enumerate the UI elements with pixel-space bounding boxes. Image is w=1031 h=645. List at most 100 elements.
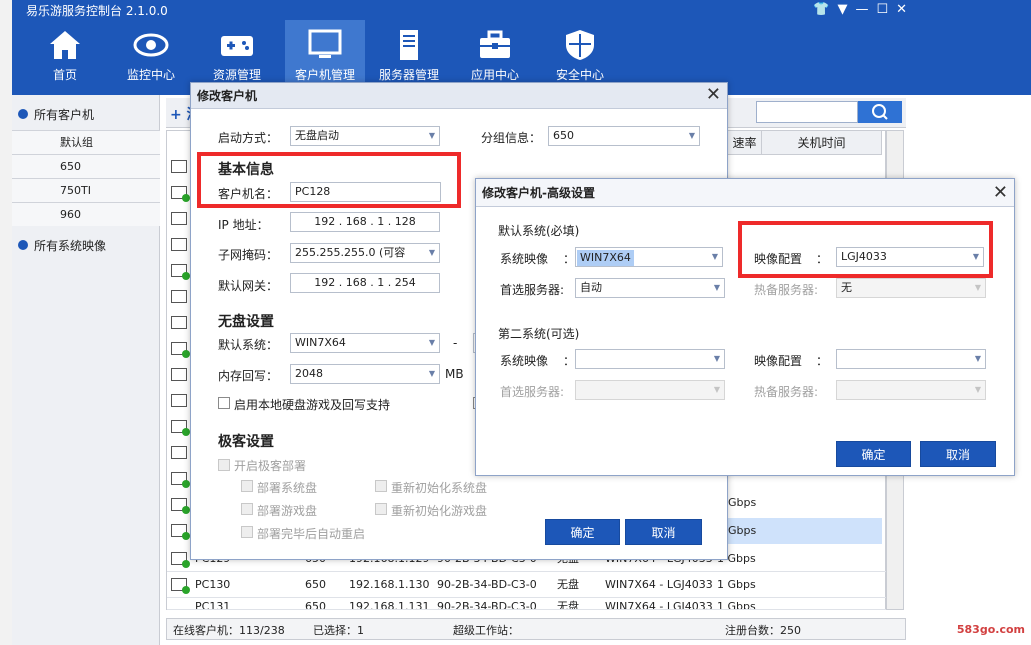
reinit-game-checkbox[interactable]: [375, 503, 387, 515]
cell-speed: 1 Gbps: [717, 578, 756, 591]
primary-image-select[interactable]: WIN7X64: [575, 247, 723, 267]
deploy-system-label: 部署系统盘: [257, 481, 318, 495]
toolbox-icon: [480, 30, 510, 58]
secondary-server-label: 首选服务器:: [500, 385, 565, 399]
boot-mode-label: 启动方式：: [218, 131, 279, 145]
secondary-image-select[interactable]: [575, 349, 725, 369]
window-controls: 👕 ▼ — ☐ ✕: [813, 2, 907, 17]
group-info-select[interactable]: 650: [548, 126, 700, 146]
secondary-config-label: 映像配置: [754, 354, 803, 368]
client-online-icon: [171, 264, 190, 280]
table-row[interactable]: PC130 650 192.168.1.130 90-2B-34-BD-C3-0…: [167, 572, 886, 598]
search-icon: [872, 104, 888, 120]
dialog-title: 修改客户机-高级设置: [476, 179, 1014, 207]
cancel-button[interactable]: 取消: [625, 519, 702, 545]
client-offline-icon: [171, 290, 187, 303]
extreme-section-title: 极客设置: [218, 434, 274, 450]
gateway-input[interactable]: 192 . 168 . 1 . 254: [290, 273, 440, 293]
client-offline-icon: [171, 160, 187, 173]
ok-button[interactable]: 确定: [545, 519, 620, 545]
home-icon: [50, 31, 80, 59]
status-registered-count: 注册台数：250: [725, 624, 801, 637]
highlight-box-image-config: [738, 221, 993, 278]
shield-icon: [566, 30, 594, 60]
group-info-label: 分组信息：: [481, 131, 542, 145]
secondary-config-select[interactable]: [836, 349, 986, 369]
column-header-speed[interactable]: 速率: [728, 131, 762, 155]
cell-mode: 无盘: [557, 600, 579, 610]
secondary-hot-backup-select[interactable]: [836, 380, 986, 400]
sidebar-all-images[interactable]: 所有系统映像: [12, 231, 160, 259]
default-system-separator: -: [453, 336, 458, 350]
cell-image: WIN7X64 - LGJ4033: [605, 600, 713, 610]
deploy-game-checkbox[interactable]: [241, 503, 253, 515]
local-disk-label: 启用本地硬盘游戏及回写支持: [234, 398, 391, 412]
client-offline-icon: [171, 316, 187, 329]
cancel-button[interactable]: 取消: [920, 441, 996, 467]
primary-system-section: 默认系统(必填): [498, 224, 580, 238]
diskless-section-title: 无盘设置: [218, 314, 274, 330]
close-icon[interactable]: ✕: [896, 2, 907, 17]
default-system-label: 默认系统：: [218, 338, 279, 352]
secondary-image-label: 系统映像: [500, 354, 549, 368]
reinit-game-label: 重新初始化游戏盘: [391, 504, 488, 518]
gamepad-icon: [221, 36, 253, 56]
gateway-label: 默认网关：: [218, 279, 279, 293]
table-row[interactable]: PC131 650 192.168.1.131 90-2B-34-BD-C3-0…: [167, 598, 886, 610]
close-icon[interactable]: ✕: [706, 85, 721, 105]
primary-server-select[interactable]: 自动: [575, 278, 725, 298]
sidebar-group-item[interactable]: 默认组: [12, 130, 160, 154]
default-system-select[interactable]: WIN7X64: [290, 333, 440, 353]
column-header-shutdown-time[interactable]: 关机时间: [762, 131, 882, 155]
maximize-icon[interactable]: ☐: [876, 2, 888, 17]
client-offline-icon: [171, 446, 187, 459]
boot-mode-select[interactable]: 无盘启动: [290, 126, 440, 146]
auto-restart-label: 部署完毕后自动重启: [257, 527, 366, 541]
monitor-icon: [308, 29, 342, 58]
search-button[interactable]: [858, 101, 902, 123]
nav-home[interactable]: 首页: [25, 20, 105, 95]
watermark: 583go.com: [956, 623, 1025, 636]
shirt-icon[interactable]: 👕: [813, 2, 829, 17]
sidebar-group-item[interactable]: 750TI: [12, 178, 160, 202]
cell-group: 650: [305, 578, 326, 591]
minimize-icon[interactable]: —: [855, 2, 868, 17]
primary-hot-backup-select[interactable]: 无: [836, 278, 986, 298]
row-icon-column: [167, 160, 191, 610]
client-online-icon: [171, 186, 190, 202]
secondary-server-select[interactable]: [575, 380, 725, 400]
cell-speed: 1 Gbps: [717, 600, 756, 610]
reinit-system-checkbox[interactable]: [375, 480, 387, 492]
local-disk-checkbox[interactable]: [218, 397, 230, 409]
ip-address-input[interactable]: 192 . 168 . 1 . 128: [290, 212, 440, 232]
background-window-edge: [0, 0, 12, 645]
client-offline-icon: [171, 238, 187, 251]
highlight-box-client-name: [197, 152, 461, 208]
cell-mac: 90-2B-34-BD-C3-0E: [437, 600, 537, 610]
ok-button[interactable]: 确定: [836, 441, 911, 467]
subnet-mask-select[interactable]: 255.255.255.0 (可容: [290, 243, 440, 263]
deploy-game-label: 部署游戏盘: [257, 504, 318, 518]
sidebar-group-item[interactable]: 650: [12, 154, 160, 178]
extreme-enable-checkbox[interactable]: [218, 459, 230, 471]
cache-writeback-select[interactable]: 2048: [290, 364, 440, 384]
search-input[interactable]: [756, 101, 858, 123]
close-icon[interactable]: ✕: [993, 183, 1008, 203]
speed-cell: Gbps: [728, 524, 757, 537]
cell-group: 650: [305, 600, 326, 610]
server-icon: [400, 30, 418, 60]
nav-label: 首页: [52, 68, 77, 82]
selected-value: WIN7X64: [577, 250, 634, 266]
eye-icon: [133, 33, 169, 57]
nav-label: 应用中心: [470, 68, 519, 82]
deploy-system-checkbox[interactable]: [241, 480, 253, 492]
sidebar-all-clients[interactable]: 所有客户机: [12, 100, 160, 128]
cache-writeback-label: 内存回写：: [218, 369, 279, 383]
status-super-station: 超级工作站：: [453, 624, 519, 637]
menu-dropdown-icon[interactable]: ▼: [837, 2, 847, 17]
sidebar-head-label: 所有系统映像: [34, 238, 107, 253]
sidebar-group-item[interactable]: 960: [12, 202, 160, 226]
app-title: 易乐游服务控制台 2.1.0.0: [26, 4, 168, 18]
auto-restart-checkbox[interactable]: [241, 526, 253, 538]
nav-monitor-center[interactable]: 监控中心: [111, 20, 191, 95]
